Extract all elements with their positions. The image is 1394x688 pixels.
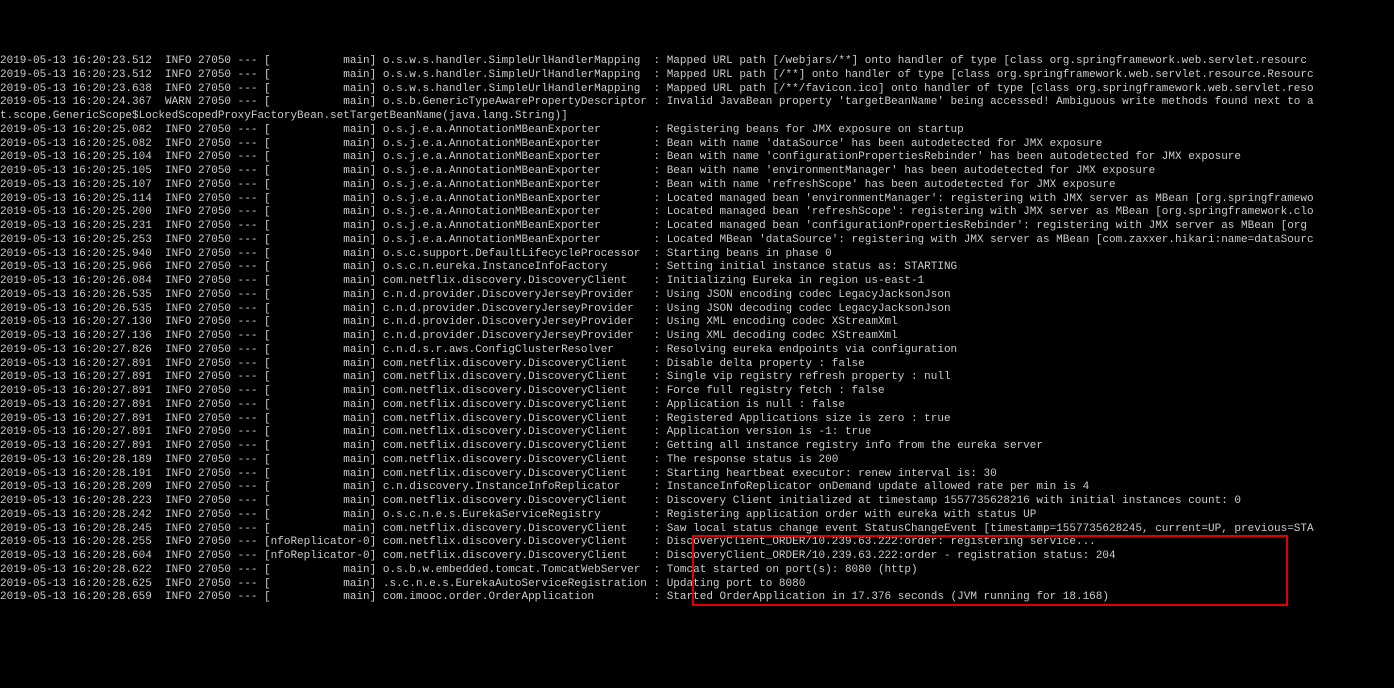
console-log-output: 2019-05-13 16:20:23.512 INFO 27050 --- […: [0, 55, 1394, 605]
log-line: 2019-05-13 16:20:28.604 INFO 27050 --- […: [0, 550, 1394, 564]
log-line: 2019-05-13 16:20:28.242 INFO 27050 --- […: [0, 509, 1394, 523]
log-line: 2019-05-13 16:20:25.966 INFO 27050 --- […: [0, 261, 1394, 275]
log-line: 2019-05-13 16:20:25.200 INFO 27050 --- […: [0, 206, 1394, 220]
log-line: 2019-05-13 16:20:25.082 INFO 27050 --- […: [0, 138, 1394, 152]
log-line: 2019-05-13 16:20:28.245 INFO 27050 --- […: [0, 523, 1394, 537]
log-line: 2019-05-13 16:20:25.082 INFO 27050 --- […: [0, 124, 1394, 138]
log-line: 2019-05-13 16:20:24.367 WARN 27050 --- […: [0, 96, 1394, 110]
log-line: 2019-05-13 16:20:27.891 INFO 27050 --- […: [0, 413, 1394, 427]
log-line: 2019-05-13 16:20:23.512 INFO 27050 --- […: [0, 69, 1394, 83]
log-line: 2019-05-13 16:20:28.189 INFO 27050 --- […: [0, 454, 1394, 468]
log-line: 2019-05-13 16:20:27.891 INFO 27050 --- […: [0, 440, 1394, 454]
log-line: 2019-05-13 16:20:25.114 INFO 27050 --- […: [0, 193, 1394, 207]
log-line: 2019-05-13 16:20:26.084 INFO 27050 --- […: [0, 275, 1394, 289]
log-line: 2019-05-13 16:20:25.231 INFO 27050 --- […: [0, 220, 1394, 234]
log-line: 2019-05-13 16:20:27.891 INFO 27050 --- […: [0, 385, 1394, 399]
log-line: 2019-05-13 16:20:28.191 INFO 27050 --- […: [0, 468, 1394, 482]
log-line: 2019-05-13 16:20:23.512 INFO 27050 --- […: [0, 55, 1394, 69]
log-line: 2019-05-13 16:20:27.826 INFO 27050 --- […: [0, 344, 1394, 358]
log-line: 2019-05-13 16:20:28.223 INFO 27050 --- […: [0, 495, 1394, 509]
log-line: 2019-05-13 16:20:28.209 INFO 27050 --- […: [0, 481, 1394, 495]
log-line: 2019-05-13 16:20:25.104 INFO 27050 --- […: [0, 151, 1394, 165]
log-line: 2019-05-13 16:20:27.891 INFO 27050 --- […: [0, 399, 1394, 413]
log-line: t.scope.GenericScope$LockedScopedProxyFa…: [0, 110, 1394, 124]
log-line: 2019-05-13 16:20:28.622 INFO 27050 --- […: [0, 564, 1394, 578]
log-line: 2019-05-13 16:20:28.255 INFO 27050 --- […: [0, 536, 1394, 550]
log-line: 2019-05-13 16:20:27.891 INFO 27050 --- […: [0, 426, 1394, 440]
log-line: 2019-05-13 16:20:26.535 INFO 27050 --- […: [0, 289, 1394, 303]
log-line: 2019-05-13 16:20:28.625 INFO 27050 --- […: [0, 578, 1394, 592]
log-line: 2019-05-13 16:20:25.105 INFO 27050 --- […: [0, 165, 1394, 179]
log-line: 2019-05-13 16:20:27.136 INFO 27050 --- […: [0, 330, 1394, 344]
log-line: 2019-05-13 16:20:27.891 INFO 27050 --- […: [0, 371, 1394, 385]
log-line: 2019-05-13 16:20:28.659 INFO 27050 --- […: [0, 591, 1394, 605]
log-line: 2019-05-13 16:20:25.940 INFO 27050 --- […: [0, 248, 1394, 262]
log-line: 2019-05-13 16:20:25.253 INFO 27050 --- […: [0, 234, 1394, 248]
log-line: 2019-05-13 16:20:27.891 INFO 27050 --- […: [0, 358, 1394, 372]
log-line: 2019-05-13 16:20:26.535 INFO 27050 --- […: [0, 303, 1394, 317]
log-line: 2019-05-13 16:20:27.130 INFO 27050 --- […: [0, 316, 1394, 330]
log-line: 2019-05-13 16:20:25.107 INFO 27050 --- […: [0, 179, 1394, 193]
log-line: 2019-05-13 16:20:23.638 INFO 27050 --- […: [0, 83, 1394, 97]
